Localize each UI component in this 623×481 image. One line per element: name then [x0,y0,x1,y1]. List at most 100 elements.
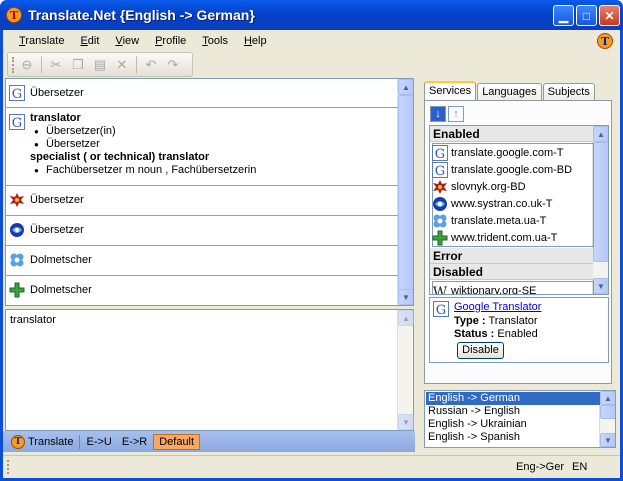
svg-text:G: G [12,87,22,101]
menu-profile[interactable]: Profile [147,32,194,50]
direction-item[interactable]: Russian -> English [426,405,600,418]
result-row[interactable]: GtranslatorÜbersetzer(in)Übersetzerspeci… [6,108,398,186]
service-item[interactable]: Wwiktionary.org-SE [432,282,592,295]
disable-button[interactable]: Disable [457,342,504,359]
menu-edit[interactable]: Edit [72,32,107,50]
service-name: translate.meta.ua-T [451,214,547,227]
preview-icon[interactable]: ⊖ [17,55,37,75]
profile-tab-e-r[interactable]: E->R [118,434,151,450]
results-scrollbar[interactable]: ▲ ▼ [397,79,413,305]
services-list[interactable]: ▲ ▼ Enabled Gtranslate.google.com-T Gtrans… [429,125,609,295]
scroll-up-button[interactable]: ▲ [600,391,615,405]
systran-icon [9,222,25,238]
menu-view[interactable]: View [107,32,147,50]
direction-scrollbar[interactable]: ▲ ▼ [599,391,615,447]
profile-tab-e-u[interactable]: E->U [82,434,115,450]
profile-bar: T Translate E->U E->R Default [3,431,415,452]
google-icon: G [433,301,449,320]
result-row[interactable]: Übersetzer [6,186,398,216]
service-item[interactable]: www.trident.com.ua-T [432,229,592,246]
result-row[interactable]: Dolmetscher [6,276,398,305]
service-item[interactable]: Gtranslate.google.com-T [432,144,592,162]
copy-icon[interactable]: ❐ [68,55,88,75]
service-name: www.trident.com.ua-T [451,231,558,244]
service-name: translate.google.com-BD [451,163,573,176]
app-icon[interactable]: T [6,7,22,23]
result-row[interactable]: Übersetzer [6,216,398,246]
redo-icon[interactable]: ↷ [163,55,183,75]
scroll-down-button[interactable]: ▼ [398,289,413,305]
wiktionary-icon: W [432,283,448,296]
svg-text:G: G [12,116,22,130]
scroll-down-button[interactable]: ▼ [593,278,608,294]
result-text: Übersetzer [30,194,84,206]
grip-icon[interactable] [12,56,15,73]
scroll-thumb[interactable] [398,95,413,290]
group-header[interactable]: Error [430,248,593,264]
input-scrollbar[interactable]: ▲ ▼ [397,310,414,430]
move-down-icon[interactable]: ↓ [430,106,446,122]
move-up-icon[interactable]: ↑ [448,106,464,122]
client-area: Translate Edit View Profile Tools Help T ⊖ ✂ … [3,30,620,478]
result-row[interactable]: Dolmetscher [6,246,398,276]
service-link[interactable]: Google Translator [454,301,541,313]
result-meaning: Fachübersetzer m noun , Fachübersetzerin [30,164,398,177]
scroll-down-button[interactable]: ▼ [398,414,414,430]
direction-item[interactable]: English -> Ukrainian [426,418,600,431]
services-scrollbar[interactable]: ▲ ▼ [592,126,608,294]
separator [79,434,81,449]
title-bar[interactable]: T Translate.Net {English -> German} ▁ □ … [0,0,623,30]
scroll-down-button[interactable]: ▼ [600,433,615,447]
results-panel[interactable]: ▲ ▼ GÜbersetzerGtranslatorÜbersetzer(in)… [5,78,414,306]
translate-button[interactable]: T Translate [7,434,77,450]
paste-icon[interactable]: ▤ [90,55,110,75]
tab-services[interactable]: Services [424,81,477,101]
service-item[interactable]: Gtranslate.google.com-BD [432,161,592,179]
close-button[interactable]: ✕ [599,5,620,26]
close-icon: ✕ [604,8,615,23]
result-meaning: Übersetzer [30,138,398,151]
direction-item[interactable]: English -> Spanish [426,431,600,444]
direction-item[interactable]: English -> German [426,392,600,405]
svg-text:G: G [435,164,445,178]
scroll-up-button[interactable]: ▲ [593,126,608,142]
toolbar: ⊖ ✂ ❐ ▤ ✕ ↶ ↷ [7,52,193,77]
service-item[interactable]: slovnyk.org-BD [432,178,592,195]
service-name: wiktionary.org-SE [451,284,537,295]
app-logo-icon: T [597,33,613,49]
translate-icon: T [11,434,25,449]
scroll-thumb[interactable] [600,405,615,419]
menu-translate[interactable]: Translate [11,32,72,50]
service-item[interactable]: translate.meta.ua-T [432,212,592,229]
tab-languages[interactable]: Languages [477,83,542,101]
svg-text:G: G [436,303,446,317]
menu-tools[interactable]: Tools [194,32,236,50]
result-text: Übersetzer [30,87,84,99]
status-direction: Eng->Ger [516,461,564,473]
group-header[interactable]: Disabled [430,264,593,280]
minimize-button[interactable]: ▁ [553,5,574,26]
svg-text:W: W [433,285,448,296]
profile-tab-default[interactable]: Default [153,433,201,450]
toolbar-separator [136,55,137,74]
menu-help[interactable]: Help [236,32,275,50]
scroll-thumb[interactable] [593,142,608,262]
scroll-up-button[interactable]: ▲ [398,79,413,95]
service-name: www.systran.co.uk-T [451,197,553,210]
scroll-up-button[interactable]: ▲ [398,310,414,326]
tab-subjects[interactable]: Subjects [542,83,595,101]
direction-list[interactable]: ▲ ▼ English -> German Russian -> English E… [424,390,616,448]
maximize-button[interactable]: □ [576,5,597,26]
cut-icon[interactable]: ✂ [46,55,66,75]
delete-icon[interactable]: ✕ [112,55,132,75]
source-text-input[interactable]: translator ▲ ▼ [5,309,414,431]
result-row[interactable]: G Übersetzer [6,79,398,108]
minimize-icon: ▁ [558,8,569,23]
result-text: Übersetzer [30,224,84,236]
google-icon: G [9,85,25,102]
group-header[interactable]: Enabled [430,126,593,142]
undo-icon[interactable]: ↶ [141,55,161,75]
systran-icon [432,196,448,212]
service-item[interactable]: www.systran.co.uk-T [432,195,592,212]
app-window: T Translate.Net {English -> German} ▁ □ … [0,0,623,481]
